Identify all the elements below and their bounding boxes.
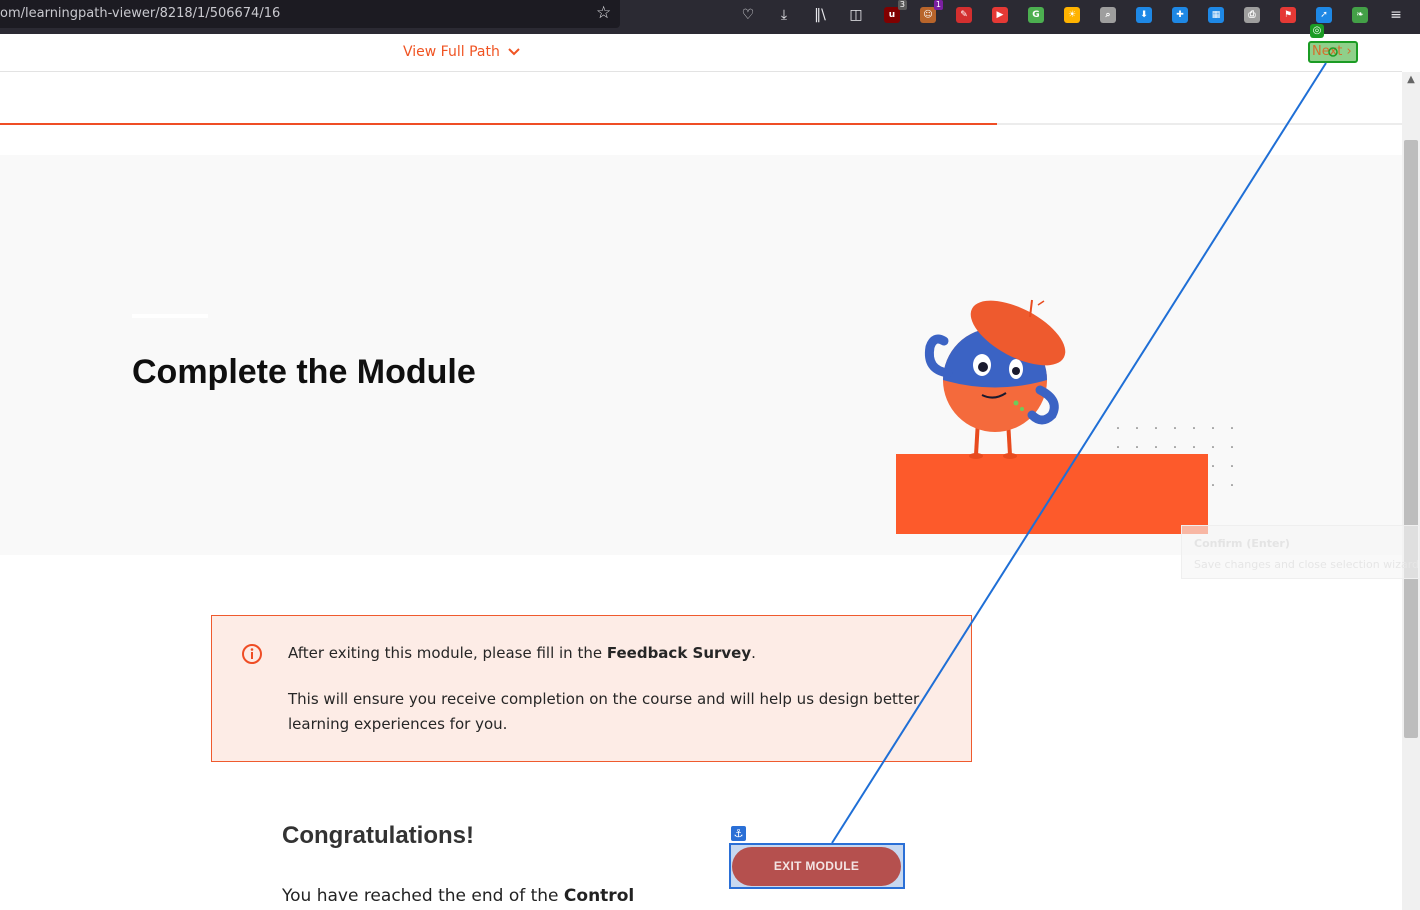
- cross-icon[interactable]: ✚: [1170, 5, 1190, 25]
- feedback-notice: After exiting this module, please fill i…: [211, 615, 972, 762]
- monkey-icon-badge: 1: [933, 0, 943, 10]
- youtube-icon[interactable]: ▶: [990, 5, 1010, 25]
- ublock-icon[interactable]: u3: [882, 0, 907, 25]
- view-full-path-label: View Full Path: [403, 44, 500, 60]
- leaf-icon-glyph: ❧: [1352, 7, 1368, 23]
- clapper-icon-glyph: ▦: [1208, 7, 1224, 23]
- progress-fill: [0, 123, 997, 125]
- view-full-path-button[interactable]: View Full Path: [403, 44, 520, 60]
- brightness-icon[interactable]: ☀: [1062, 5, 1082, 25]
- arrow-icon[interactable]: ➚: [1314, 5, 1334, 25]
- scrollbar-thumb[interactable]: [1404, 140, 1418, 738]
- clapper-icon[interactable]: ▦: [1206, 5, 1226, 25]
- title-rule: [132, 314, 208, 318]
- notice-line-1: After exiting this module, please fill i…: [288, 644, 756, 662]
- notice-line-2: This will ensure you receive completion …: [288, 690, 920, 733]
- ublock-icon-badge: 3: [897, 0, 907, 10]
- pen-icon[interactable]: ✎: [954, 5, 974, 25]
- info-icon: [242, 644, 262, 664]
- notice-suffix: .: [751, 644, 756, 662]
- magnifier-icon-glyph: ⌕: [1100, 7, 1116, 23]
- leaf-icon[interactable]: ❧: [1350, 5, 1370, 25]
- brightness-icon-glyph: ☀: [1064, 7, 1080, 23]
- translate-icon-glyph: G: [1028, 7, 1044, 23]
- page-title: Complete the Module: [132, 353, 476, 391]
- progress-bar: [0, 123, 1402, 125]
- exit-module-button[interactable]: EXIT MODULE: [732, 847, 901, 886]
- tooltip-title: Confirm (Enter): [1194, 537, 1290, 550]
- chevron-right-icon: ›: [1346, 44, 1352, 59]
- learning-path-header: View Full Path Next ›: [0, 34, 1402, 72]
- course-name: Control: [563, 886, 635, 906]
- scroll-up-icon[interactable]: ▲: [1402, 72, 1420, 88]
- graduate-mascot-icon: [924, 299, 1066, 459]
- puzzle-icon-glyph: ⎙: [1244, 7, 1260, 23]
- next-button[interactable]: Next ›: [1308, 41, 1358, 63]
- url-text[interactable]: om/learningpath-viewer/8218/1/506674/16: [0, 6, 280, 21]
- pocket-icon[interactable]: ♡: [738, 5, 758, 25]
- anchor-icon: ⚓: [731, 826, 746, 841]
- end-of-module-text: You have reached the end of the Control: [282, 886, 634, 906]
- monkey-icon[interactable]: ☺ 1: [918, 0, 943, 25]
- next-label: Next: [1312, 44, 1343, 59]
- bookmark-star-icon[interactable]: ☆: [596, 4, 614, 22]
- browser-toolbar: om/learningpath-viewer/8218/1/506674/16 …: [0, 0, 1420, 34]
- puzzle-icon[interactable]: ⎙: [1242, 5, 1262, 25]
- arrow-icon-glyph: ➚: [1316, 7, 1332, 23]
- page: om/learningpath-viewer/8218/1/506674/16 …: [0, 0, 1420, 910]
- orange-pedestal: [896, 454, 1208, 534]
- hero-section: Complete the Module: [0, 155, 1402, 555]
- flag-icon-glyph: ⚑: [1280, 7, 1296, 23]
- down-arrow-icon-glyph: ⬇: [1136, 7, 1152, 23]
- pen-icon-glyph: ✎: [956, 7, 972, 23]
- sidebar-icon[interactable]: ◫: [846, 5, 866, 25]
- target-icon: ◎: [1310, 24, 1324, 38]
- flag-icon[interactable]: ⚑: [1278, 5, 1298, 25]
- confirm-tooltip: Confirm (Enter) Save changes and close s…: [1181, 525, 1420, 579]
- magnifier-icon[interactable]: ⌕: [1098, 5, 1118, 25]
- url-bar[interactable]: om/learningpath-viewer/8218/1/506674/16 …: [0, 0, 620, 28]
- tooltip-description: Save changes and close selection wizard.: [1194, 558, 1420, 571]
- menu-icon[interactable]: ≡: [1386, 5, 1406, 25]
- library-icon[interactable]: ‖\: [810, 5, 830, 25]
- congrats-heading: Congratulations!: [282, 822, 474, 849]
- youtube-icon-glyph: ▶: [992, 7, 1008, 23]
- download-icon[interactable]: ⤓: [774, 5, 794, 25]
- chevron-down-icon: [508, 48, 520, 56]
- notice-prefix: After exiting this module, please fill i…: [288, 644, 607, 662]
- feedback-survey-label: Feedback Survey: [606, 644, 752, 662]
- cross-icon-glyph: ✚: [1172, 7, 1188, 23]
- end-text-prefix: You have reached the end of the: [282, 886, 564, 906]
- translate-icon[interactable]: G: [1026, 5, 1046, 25]
- down-arrow-icon[interactable]: ⬇: [1134, 5, 1154, 25]
